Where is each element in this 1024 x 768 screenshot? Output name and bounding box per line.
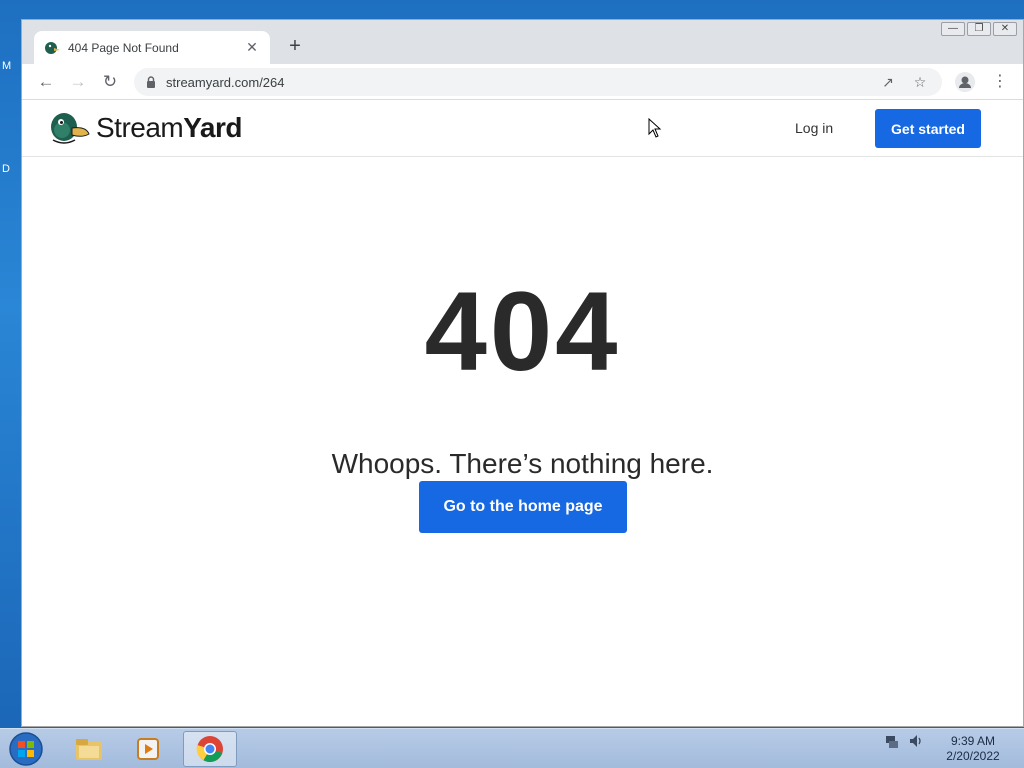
new-tab-button[interactable]: + bbox=[284, 34, 306, 58]
restore-button[interactable]: ❐ bbox=[967, 22, 991, 36]
window-controls: — ❐ ✕ bbox=[941, 22, 1017, 36]
bookmark-star-icon[interactable]: ☆ bbox=[910, 72, 930, 92]
logo-word-bold: Yard bbox=[183, 112, 242, 143]
close-tab-icon[interactable]: ✕ bbox=[244, 39, 260, 56]
profile-avatar-icon[interactable] bbox=[955, 72, 975, 92]
logo-word-light: Stream bbox=[96, 112, 184, 143]
desktop-icon-label: M bbox=[2, 60, 12, 72]
login-link[interactable]: Log in bbox=[795, 120, 833, 136]
windows-start-icon[interactable] bbox=[6, 731, 46, 767]
duck-logo-icon bbox=[51, 113, 90, 144]
clock-time: 9:39 AM bbox=[950, 734, 996, 748]
taskbar: 9:39 AM 2/20/2022 bbox=[0, 728, 1024, 768]
network-icon[interactable] bbox=[884, 733, 900, 749]
tab-strip: 404 Page Not Found ✕ + — ❐ ✕ bbox=[22, 20, 1023, 64]
streamyard-favicon-icon bbox=[45, 41, 60, 54]
get-started-button[interactable]: Get started bbox=[875, 109, 981, 148]
system-tray bbox=[884, 733, 924, 749]
kebab-menu-icon[interactable]: ⋮ bbox=[992, 70, 1008, 94]
share-icon[interactable]: ↗ bbox=[878, 72, 898, 92]
home-page-button[interactable]: Go to the home page bbox=[419, 481, 627, 533]
chrome-icon bbox=[196, 736, 223, 763]
taskbar-chrome[interactable] bbox=[183, 731, 237, 767]
error-code: 404 bbox=[424, 269, 621, 394]
error-message: Whoops. There’s nothing here. bbox=[331, 448, 714, 479]
taskbar-media-player[interactable] bbox=[122, 731, 176, 767]
reload-icon[interactable]: ↻ bbox=[98, 70, 122, 94]
minimize-button[interactable]: — bbox=[941, 22, 965, 36]
desktop-icon-label: D bbox=[2, 163, 10, 175]
lock-icon bbox=[147, 76, 155, 88]
tab-404[interactable]: 404 Page Not Found ✕ bbox=[34, 31, 270, 64]
close-window-button[interactable]: ✕ bbox=[993, 22, 1017, 36]
tab-title: 404 Page Not Found bbox=[68, 40, 179, 55]
site-header: StreamYard Log in Get started bbox=[22, 100, 1023, 157]
browser-window: 404 Page Not Found ✕ + — ❐ ✕ ← → ↻ strea… bbox=[21, 19, 1024, 727]
streamyard-logo[interactable]: StreamYard bbox=[48, 110, 242, 146]
clock-date: 2/20/2022 bbox=[946, 749, 1000, 763]
mouse-cursor-icon bbox=[648, 118, 662, 138]
address-bar[interactable]: streamyard.com/264 ↗ ☆ bbox=[134, 68, 942, 96]
url-text[interactable]: streamyard.com/264 bbox=[166, 75, 866, 90]
forward-arrow-icon[interactable]: → bbox=[66, 70, 90, 94]
taskbar-clock[interactable]: 9:39 AM 2/20/2022 bbox=[940, 734, 1006, 764]
taskbar-explorer[interactable] bbox=[62, 731, 116, 767]
page-viewport: StreamYard Log in Get started 404 Whoops… bbox=[22, 100, 1023, 726]
volume-icon[interactable] bbox=[908, 733, 924, 749]
media-player-icon bbox=[137, 738, 159, 760]
logo-wordmark: StreamYard bbox=[96, 112, 242, 144]
folder-icon bbox=[76, 739, 102, 760]
back-arrow-icon[interactable]: ← bbox=[34, 70, 58, 94]
browser-toolbar: ← → ↻ streamyard.com/264 ↗ ☆ ⋮ bbox=[22, 64, 1023, 100]
